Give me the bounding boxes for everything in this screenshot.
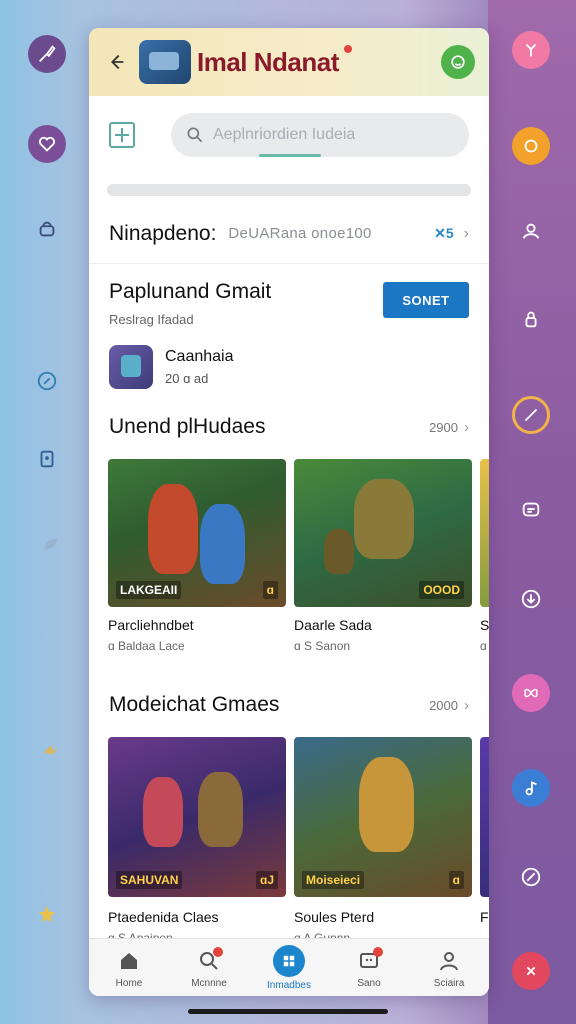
add-square-button[interactable] <box>109 122 135 148</box>
tile-badge: OOOD <box>419 581 464 599</box>
section-count[interactable]: 2900 <box>429 420 458 435</box>
grid-icon <box>283 955 295 966</box>
tile-label: Moiseieci <box>302 871 365 889</box>
nav-label: Home <box>115 977 143 989</box>
notification-dot <box>373 947 383 957</box>
nav-label: Sano <box>357 977 381 989</box>
app-logo <box>139 40 191 84</box>
chevron-right-icon[interactable]: › <box>464 419 469 436</box>
nav-chat[interactable]: Sano <box>329 939 409 996</box>
tile-badge: ɑJ <box>255 871 278 889</box>
leaf-icon <box>32 525 70 563</box>
tile-label: LAKGEAII <box>116 581 182 599</box>
tile-caption: Parcliehndbet <box>108 617 194 633</box>
promo-section: Paplunand Gmait Reslrag Ifadad SONET <box>89 264 489 327</box>
tile-meta: ɑ Baldaa Lace <box>108 639 185 653</box>
game-name: Caanhaia <box>165 348 234 365</box>
home-indicator[interactable] <box>188 1009 388 1014</box>
game-thumbnail <box>109 345 153 389</box>
nav-home[interactable]: Home <box>89 939 169 996</box>
tile-meta: ɑ <box>480 639 487 653</box>
smiley-icon <box>451 55 465 69</box>
tile-label: SAHUVAN <box>116 871 183 889</box>
brush-icon[interactable] <box>28 35 66 73</box>
arrow-left-icon <box>111 54 124 70</box>
right-icon-rail <box>488 0 576 1024</box>
tile-badge: ɑ <box>448 871 464 889</box>
search-bar[interactable] <box>171 113 469 157</box>
section-title: Modeichat Gmaes <box>109 693 280 716</box>
heart-icon[interactable] <box>28 125 66 163</box>
tile-badge: ɑ <box>262 581 278 599</box>
profile-button[interactable] <box>441 45 475 79</box>
pen-icon[interactable] <box>512 858 550 896</box>
section-title: Unend plHudaes <box>109 415 266 438</box>
caption-row: Parcliehndbet ɑ Baldaa Lace Daarle Sada ɑ … <box>89 617 489 653</box>
game-meta: 20 ɑ ad <box>165 371 209 386</box>
nav-label: Mcnnne <box>191 977 227 989</box>
section-header-trending: Unend plHudaes 2900 › <box>89 415 489 439</box>
tile-caption: Daarle Sada <box>294 617 372 633</box>
search-icon <box>187 127 203 143</box>
left-icon-rail <box>0 0 90 1024</box>
message-icon[interactable] <box>512 491 550 529</box>
download-icon[interactable] <box>512 580 550 618</box>
nav-label: Inmadbes <box>267 979 311 991</box>
compass-icon[interactable] <box>512 396 550 434</box>
nav-library[interactable]: Inmadbes <box>249 939 329 996</box>
loading-bar <box>107 184 471 196</box>
game-tile[interactable] <box>480 459 489 607</box>
tile-caption: Soules Pterd <box>294 909 375 925</box>
book-icon[interactable] <box>28 440 66 478</box>
app-window: Imal Ndanat Ninapdeno: DeUARana onoe100 … <box>89 28 489 996</box>
send-button[interactable]: SONET <box>383 282 469 318</box>
music-icon[interactable] <box>512 769 550 807</box>
flower-icon[interactable] <box>512 952 550 990</box>
game-tile[interactable]: SAHUVAN ɑJ <box>108 737 286 897</box>
header: Imal Ndanat <box>89 28 489 96</box>
notification-dot <box>213 947 223 957</box>
info-row[interactable]: Ninapdeno: DeUARana onoe100 ✕5 › <box>89 204 489 264</box>
section-header-multiplayer: Modeichat Gmaes 2000 › <box>89 693 489 717</box>
bird-icon <box>32 730 70 768</box>
bottom-navigation: Home Mcnnne Inmadbes Sano Sciaira <box>89 938 489 996</box>
person-icon <box>440 951 458 970</box>
tile-caption: Fr <box>480 909 489 925</box>
info-badge: ✕5 <box>434 225 454 241</box>
game-tile[interactable] <box>480 737 489 897</box>
user-icon[interactable] <box>512 212 550 250</box>
game-tile[interactable]: OOOD <box>294 459 472 607</box>
bag-icon[interactable] <box>28 210 66 248</box>
game-tile[interactable]: LAKGEAII ɑ <box>108 459 286 607</box>
notification-dot <box>344 45 352 53</box>
section-count[interactable]: 2000 <box>429 698 458 713</box>
tile-meta: ɑ S Sanon <box>294 639 351 653</box>
back-button[interactable] <box>103 49 129 75</box>
chevron-right-icon[interactable]: › <box>464 697 469 714</box>
nav-label: Sciaira <box>433 977 465 989</box>
butterfly-icon[interactable] <box>512 674 550 712</box>
star-icon <box>28 895 66 933</box>
app-title: Imal Ndanat <box>197 46 339 77</box>
game-carousel-trending[interactable]: LAKGEAII ɑ OOOD <box>89 459 489 607</box>
info-label: Ninapdeno: <box>109 221 217 245</box>
lock-icon[interactable] <box>512 300 550 338</box>
search-input[interactable] <box>213 126 393 144</box>
nav-profile[interactable]: Sciaira <box>409 939 489 996</box>
edit-icon[interactable] <box>28 362 66 400</box>
sprout-icon[interactable] <box>512 31 550 69</box>
home-icon <box>121 952 137 969</box>
tile-caption: Sc <box>480 617 489 633</box>
game-list-item[interactable]: Caanhaia 20 ɑ ad <box>89 327 489 389</box>
game-tile[interactable]: Moiseieci ɑ <box>294 737 472 897</box>
search-row <box>89 96 489 174</box>
game-carousel-multiplayer[interactable]: SAHUVAN ɑJ Moiseieci ɑ <box>89 737 489 897</box>
nav-search[interactable]: Mcnnne <box>169 939 249 996</box>
tile-caption: Ptaedenida Claes <box>108 909 219 925</box>
chevron-right-icon: › <box>463 224 469 242</box>
search-focus-indicator <box>259 154 321 157</box>
record-icon[interactable] <box>512 127 550 165</box>
info-value: DeUARana onoe100 <box>228 225 372 242</box>
